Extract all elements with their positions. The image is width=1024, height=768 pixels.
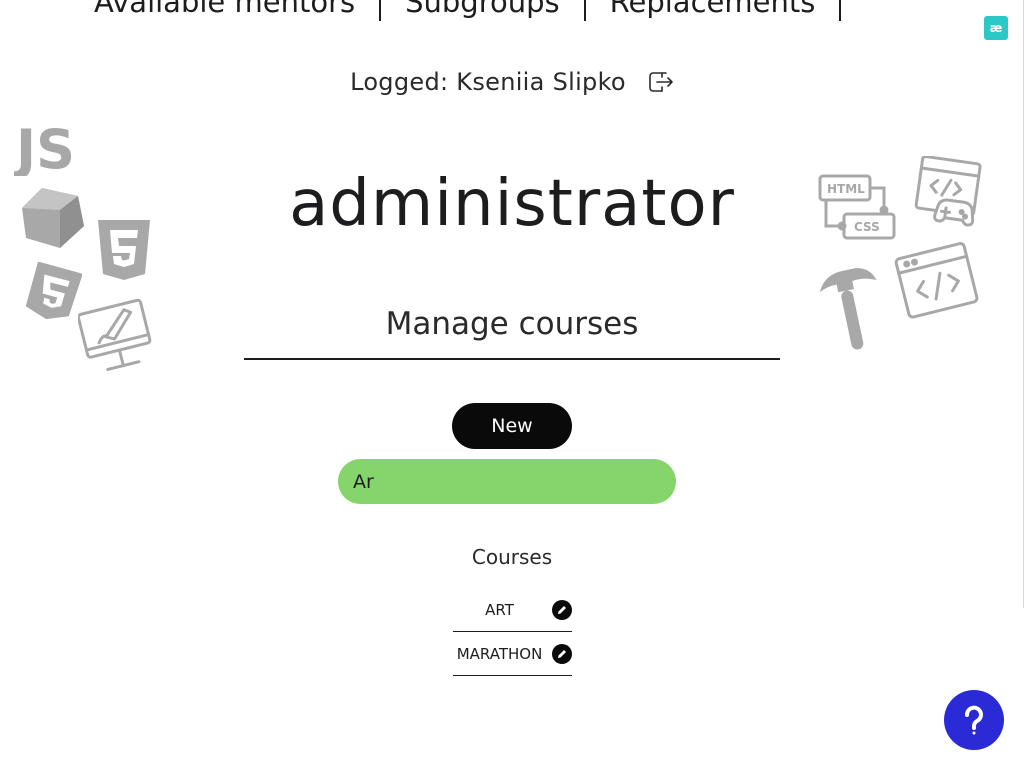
js-logo-icon: JS xyxy=(14,118,75,176)
list-item: MARATHON xyxy=(453,632,572,676)
language-switch-icon[interactable]: æ xyxy=(984,16,1008,40)
course-search-input[interactable] xyxy=(338,459,676,504)
hammer-icon xyxy=(819,268,877,350)
course-list: ART MARATHON xyxy=(453,588,572,676)
nav-available-mentors[interactable]: Available mentors xyxy=(70,0,379,19)
help-button[interactable] xyxy=(944,690,1004,750)
designer-monitor-icon xyxy=(78,298,152,371)
css3-icon xyxy=(25,262,82,320)
edit-icon[interactable] xyxy=(552,599,572,620)
logout-icon[interactable] xyxy=(646,68,674,96)
code-window-icon xyxy=(894,242,979,319)
new-course-button[interactable]: New xyxy=(452,403,572,449)
list-item: ART xyxy=(453,588,572,632)
nav-replacements[interactable]: Replacements xyxy=(586,0,840,19)
logged-user-label: Logged: Kseniia Slipko xyxy=(350,68,626,96)
svg-text:JS: JS xyxy=(14,118,75,176)
question-icon xyxy=(965,705,983,735)
course-name[interactable]: ART xyxy=(453,601,546,619)
edit-icon[interactable] xyxy=(552,643,572,664)
user-bar: Logged: Kseniia Slipko xyxy=(0,68,1024,96)
top-nav: Available mentors Subgroups Replacements xyxy=(70,0,842,22)
courses-heading: Courses xyxy=(471,545,553,569)
nav-separator xyxy=(839,0,842,21)
course-name[interactable]: MARATHON xyxy=(453,645,546,663)
nav-subgroups[interactable]: Subgroups xyxy=(381,0,584,19)
page-title: administrator xyxy=(289,167,735,241)
section-title: Manage courses xyxy=(244,306,780,360)
